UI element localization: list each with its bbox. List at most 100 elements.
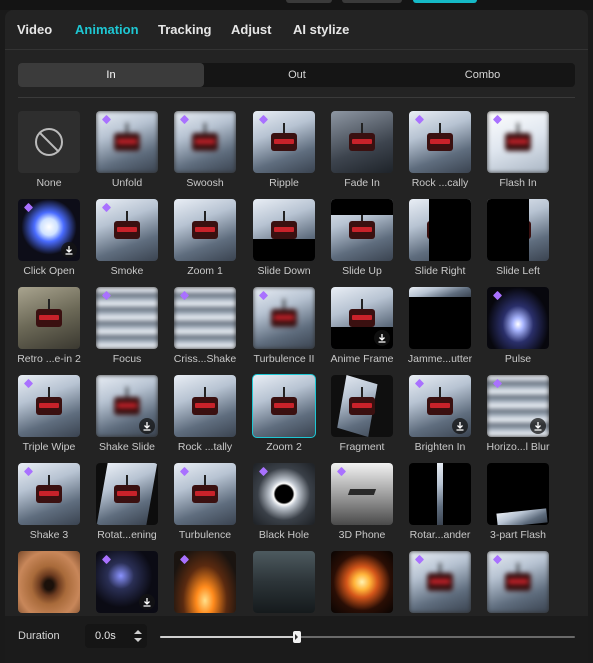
thumbnail-background <box>437 463 443 525</box>
effect-tile-shake-slide[interactable]: Shake Slide <box>96 375 158 453</box>
effect-tile-effect-36[interactable] <box>96 551 158 613</box>
effect-tile-shake-3[interactable]: Shake 3 <box>18 463 80 541</box>
effect-label: Zoom 1 <box>187 265 223 277</box>
premium-diamond-icon <box>101 203 113 213</box>
effect-tile-effect-41[interactable] <box>487 551 549 613</box>
gondola-image <box>36 299 62 327</box>
slider-handle[interactable] <box>292 631 301 643</box>
effect-tile-zoom-2[interactable]: Zoom 2 <box>252 374 316 453</box>
toolbar-accent-button-stub[interactable] <box>413 0 477 3</box>
top-toolbar-strip <box>0 0 593 10</box>
black-mask <box>487 199 529 261</box>
effect-tile-focus[interactable]: Focus <box>96 287 158 365</box>
effect-tile-slide-up[interactable]: Slide Up <box>331 199 393 277</box>
effect-tile-criss-shake[interactable]: Criss...Shake <box>174 287 236 365</box>
effect-tile-fade-in[interactable]: Fade In <box>331 111 393 189</box>
download-icon[interactable] <box>530 418 546 434</box>
download-icon[interactable] <box>139 594 155 610</box>
effect-tile-effect-39[interactable] <box>331 551 393 613</box>
effect-tile-rock-cally[interactable]: Rock ...cally <box>409 111 471 189</box>
duration-label: Duration <box>18 630 60 642</box>
effect-tile-turbulence[interactable]: Turbulence <box>174 463 236 541</box>
effect-tile-slide-left[interactable]: Slide Left <box>487 199 549 277</box>
effect-tile-slide-right[interactable]: Slide Right <box>409 199 471 277</box>
effect-thumbnail <box>18 463 80 525</box>
phone-image <box>347 489 377 495</box>
effect-tile-retro-e-in-2[interactable]: Retro ...e-in 2 <box>18 287 81 365</box>
effect-thumbnail <box>487 287 549 349</box>
download-icon[interactable] <box>139 418 155 434</box>
premium-diamond-icon <box>414 379 426 389</box>
animation-effects-grid: None Unfold Swoosh Ripple Fade In Rock ...cal… <box>18 111 578 616</box>
black-mask <box>429 199 471 261</box>
premium-diamond-icon <box>492 291 504 301</box>
effect-label: Pulse <box>504 353 532 365</box>
effect-tile-3-part-flash[interactable]: 3-part Flash <box>487 463 549 541</box>
segment-in[interactable]: In <box>18 63 204 87</box>
download-icon[interactable] <box>374 330 390 346</box>
gondola-image <box>505 123 531 151</box>
effect-tile-slide-down[interactable]: Slide Down <box>253 199 315 277</box>
gondola-image <box>349 387 375 415</box>
effect-tile-triple-wipe[interactable]: Triple Wipe <box>18 375 80 453</box>
effect-tile-rotat-ening[interactable]: Rotat...ening <box>96 463 158 541</box>
toolbar-button-stub[interactable] <box>342 0 402 3</box>
segment-out[interactable]: Out <box>204 63 390 87</box>
download-icon[interactable] <box>61 242 77 258</box>
effect-tile-jamme-utter[interactable]: Jamme...utter <box>408 287 472 365</box>
effect-tile-effect-37[interactable] <box>174 551 236 613</box>
tab-tracking[interactable]: Tracking <box>158 22 211 37</box>
effect-thumbnail <box>487 375 549 437</box>
effect-thumbnail <box>487 551 549 613</box>
gondola-image <box>271 387 297 415</box>
effect-tile-turbulence-ii[interactable]: Turbulence II <box>253 287 315 365</box>
effect-label: Fragment <box>339 441 385 453</box>
gondola-image <box>192 475 218 503</box>
effect-label: Flash In <box>499 177 537 189</box>
duration-stepper[interactable] <box>133 628 143 644</box>
premium-diamond-icon <box>23 379 35 389</box>
effect-tile-effect-35[interactable] <box>18 551 80 613</box>
effect-tile-none[interactable]: None <box>18 111 80 189</box>
effect-tile-effect-40[interactable] <box>409 551 471 613</box>
effect-thumbnail <box>18 375 80 437</box>
stepper-down-icon[interactable] <box>134 638 142 642</box>
duration-slider[interactable] <box>160 631 575 643</box>
effect-thumbnail <box>487 111 549 173</box>
duration-input[interactable]: 0.0s <box>85 624 147 648</box>
premium-diamond-icon <box>101 115 113 125</box>
effect-tile-fragment[interactable]: Fragment <box>331 375 393 453</box>
tab-animation[interactable]: Animation <box>75 22 139 37</box>
effect-tile-unfold[interactable]: Unfold <box>96 111 158 189</box>
effect-tile-rock-tally[interactable]: Rock ...tally <box>174 375 236 453</box>
effect-tile-black-hole[interactable]: Black Hole <box>253 463 315 541</box>
effect-thumbnail <box>96 375 158 437</box>
tab-ai-stylize[interactable]: AI stylize <box>293 22 349 37</box>
tab-adjust[interactable]: Adjust <box>231 22 271 37</box>
premium-diamond-icon <box>492 379 504 389</box>
effect-thumbnail <box>409 111 471 173</box>
effect-thumbnail <box>96 463 158 525</box>
tab-video[interactable]: Video <box>17 22 52 37</box>
effect-tile-brighten-in[interactable]: Brighten In <box>409 375 471 453</box>
effect-tile-effect-38[interactable] <box>253 551 315 613</box>
stepper-up-icon[interactable] <box>134 630 142 634</box>
effect-tile-smoke[interactable]: Smoke <box>96 199 158 277</box>
effect-tile-click-open[interactable]: Click Open <box>18 199 80 277</box>
gondola-image <box>192 211 218 239</box>
effect-tile-pulse[interactable]: Pulse <box>487 287 549 365</box>
gondola-image <box>114 123 140 151</box>
effect-tile-rotar-ander[interactable]: Rotar...ander <box>409 463 471 541</box>
effect-tile-horizo-l-blur[interactable]: Horizo...l Blur <box>486 375 550 453</box>
tab-bar: Video Animation Tracking Adjust AI styli… <box>5 10 588 50</box>
effect-tile-ripple[interactable]: Ripple <box>253 111 315 189</box>
effect-tile-zoom-1[interactable]: Zoom 1 <box>174 199 236 277</box>
effect-tile-anime-frame[interactable]: Anime Frame <box>330 287 394 365</box>
effect-tile-3d-phone[interactable]: 3D Phone <box>331 463 393 541</box>
effect-tile-swoosh[interactable]: Swoosh <box>174 111 236 189</box>
effect-tile-flash-in[interactable]: Flash In <box>487 111 549 189</box>
segment-combo[interactable]: Combo <box>390 63 575 87</box>
download-icon[interactable] <box>452 418 468 434</box>
toolbar-button-stub[interactable] <box>286 0 332 3</box>
gondola-image <box>192 123 218 151</box>
